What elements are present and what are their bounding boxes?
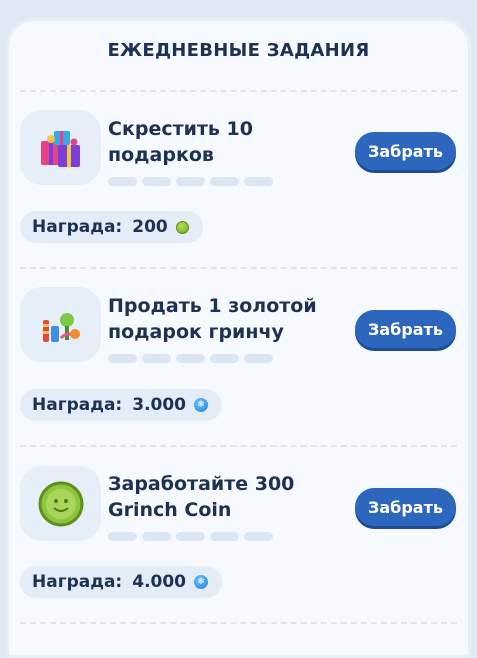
- candy-gifts-icon: [20, 287, 101, 362]
- progress-segment: [108, 354, 137, 363]
- progress-segment: [244, 177, 273, 186]
- progress-segment: [210, 354, 239, 363]
- snowflake-coin-icon: ❄: [194, 398, 209, 412]
- claim-button[interactable]: Забрать: [355, 488, 456, 526]
- grinch-coin-icon: [20, 466, 101, 541]
- progress-segment: [244, 532, 273, 541]
- progress-segment: [142, 177, 171, 186]
- progress-segment: [108, 177, 137, 186]
- task-progress-bar: [108, 354, 273, 363]
- reward-badge: Награда: 3.000 ❄: [20, 389, 223, 421]
- divider: [20, 622, 457, 624]
- panel-title: ЕЖЕДНЕВНЫЕ ЗАДАНИЯ: [107, 40, 370, 61]
- daily-tasks-panel: ЕЖЕДНЕВНЫЕ ЗАДАНИЯ Скрестить 10 подарков: [6, 18, 471, 658]
- progress-segment: [176, 354, 205, 363]
- task-title: Скрестить 10 подарков: [108, 118, 253, 166]
- progress-segment: [176, 532, 205, 541]
- progress-segment: [108, 532, 137, 541]
- divider: [20, 90, 457, 92]
- claim-button[interactable]: Забрать: [355, 310, 456, 348]
- reward-badge: Награда: 4.000 ❄: [20, 566, 223, 598]
- reward-badge: Награда: 200: [20, 211, 203, 243]
- snowflake-coin-icon: ❄: [194, 575, 209, 589]
- task-progress-bar: [108, 532, 273, 541]
- progress-segment: [176, 177, 205, 186]
- progress-segment: [210, 177, 239, 186]
- green-coin-icon: [175, 220, 189, 234]
- divider: [20, 267, 457, 269]
- task-progress-bar: [108, 177, 273, 186]
- task-title: Продать 1 золотой подарок гринчу: [108, 295, 317, 343]
- progress-segment: [244, 354, 273, 363]
- task-title: Заработайте 300 Grinch Coin: [108, 473, 295, 521]
- divider: [20, 445, 457, 447]
- claim-button[interactable]: Забрать: [355, 132, 456, 170]
- progress-segment: [210, 532, 239, 541]
- progress-segment: [142, 354, 171, 363]
- gift-boxes-icon: [20, 110, 101, 185]
- progress-segment: [142, 532, 171, 541]
